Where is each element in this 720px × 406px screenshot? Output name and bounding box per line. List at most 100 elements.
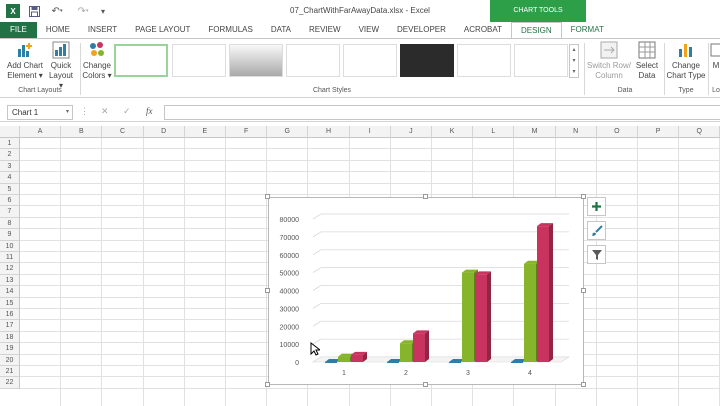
row-header-19[interactable]: 19 bbox=[0, 343, 20, 355]
column-header-h[interactable]: H bbox=[308, 126, 350, 138]
select-all-corner[interactable] bbox=[0, 126, 20, 138]
change-chart-type-button[interactable]: Change Chart Type bbox=[665, 41, 707, 81]
row-header-16[interactable]: 16 bbox=[0, 309, 20, 321]
column-header-a[interactable]: A bbox=[20, 126, 62, 138]
resize-handle-bottom[interactable] bbox=[423, 382, 428, 387]
chart-style-6[interactable] bbox=[400, 44, 454, 77]
group-label-chart-styles: Chart Styles bbox=[312, 87, 352, 94]
row-header-22[interactable]: 22 bbox=[0, 377, 20, 389]
row-header-17[interactable]: 17 bbox=[0, 320, 20, 332]
resize-handle-top[interactable] bbox=[423, 194, 428, 199]
name-box[interactable]: Chart 1 ▾ bbox=[7, 105, 73, 120]
row-header-4[interactable]: 4 bbox=[0, 172, 20, 184]
bar-side bbox=[549, 223, 553, 362]
select-data-icon bbox=[638, 41, 656, 59]
tab-acrobat[interactable]: ACROBAT bbox=[455, 22, 511, 38]
quick-layout-button[interactable]: Quick Layout ▾ bbox=[46, 41, 76, 91]
chart-style-1[interactable] bbox=[114, 44, 168, 77]
resize-handle-bottom-left[interactable] bbox=[265, 382, 270, 387]
chart-style-7[interactable] bbox=[457, 44, 511, 77]
row-header-5[interactable]: 5 bbox=[0, 183, 20, 195]
column-header-d[interactable]: D bbox=[143, 126, 185, 138]
enter-icon[interactable]: ✓ bbox=[123, 106, 131, 117]
column-header-e[interactable]: E bbox=[184, 126, 226, 138]
column-header-o[interactable]: O bbox=[596, 126, 638, 138]
row-header-1[interactable]: 1 bbox=[0, 138, 20, 150]
row-header-14[interactable]: 14 bbox=[0, 286, 20, 298]
tab-home[interactable]: HOME bbox=[37, 22, 79, 38]
column-header-j[interactable]: J bbox=[390, 126, 432, 138]
tab-file[interactable]: FILE bbox=[0, 22, 37, 38]
insert-function-icon[interactable]: fx bbox=[146, 106, 153, 116]
chart-filters-button[interactable] bbox=[587, 245, 606, 264]
resize-handle-top-left[interactable] bbox=[265, 194, 270, 199]
row-header-8[interactable]: 8 bbox=[0, 217, 20, 230]
y-tick-label: 10000 bbox=[280, 342, 300, 349]
add-chart-element-button[interactable]: Add Chart Element ▾ bbox=[5, 41, 45, 81]
bar-front bbox=[511, 362, 523, 363]
resize-handle-bottom-right[interactable] bbox=[581, 382, 586, 387]
cancel-icon[interactable]: ✕ bbox=[101, 106, 109, 117]
row-header-11[interactable]: 11 bbox=[0, 252, 20, 264]
tab-developer[interactable]: DEVELOPER bbox=[388, 22, 455, 38]
chart-style-4[interactable] bbox=[286, 44, 340, 77]
column-header-b[interactable]: B bbox=[61, 126, 103, 138]
title-bar: X ↶ ▾ ↷ ▾ ▾ 07_ChartWithFarAwayData.xlsx -… bbox=[0, 0, 720, 22]
row-header-21[interactable]: 21 bbox=[0, 366, 20, 378]
bar-front bbox=[462, 272, 474, 362]
column-header-m[interactable]: M bbox=[514, 126, 556, 138]
chart-style-2[interactable] bbox=[172, 44, 226, 77]
formula-input[interactable] bbox=[164, 105, 720, 120]
tab-view[interactable]: VIEW bbox=[350, 22, 388, 38]
row-header-7[interactable]: 7 bbox=[0, 206, 20, 218]
change-colors-button[interactable]: Change Colors ▾ bbox=[82, 41, 112, 81]
column-header-p[interactable]: P bbox=[638, 126, 680, 138]
column-header-n[interactable]: N bbox=[555, 126, 597, 138]
row-header-18[interactable]: 18 bbox=[0, 331, 20, 344]
column-header-q[interactable]: Q bbox=[679, 126, 720, 138]
tab-design[interactable]: DESIGN bbox=[511, 21, 562, 39]
resize-handle-left[interactable] bbox=[265, 288, 270, 293]
chart-style-5[interactable] bbox=[343, 44, 397, 77]
switch-row-column-icon bbox=[600, 41, 618, 59]
column-header-c[interactable]: C bbox=[102, 126, 144, 138]
select-data-button[interactable]: Select Data bbox=[633, 41, 661, 81]
column-header-k[interactable]: K bbox=[432, 126, 474, 138]
chart-elements-button[interactable] bbox=[587, 197, 606, 216]
row-header-3[interactable]: 3 bbox=[0, 160, 20, 173]
chart-styles-button[interactable] bbox=[587, 221, 606, 240]
gridline-depth bbox=[312, 213, 322, 220]
tab-page-layout[interactable]: PAGE LAYOUT bbox=[126, 22, 199, 38]
column-header-l[interactable]: L bbox=[473, 126, 515, 138]
row-header-10[interactable]: 10 bbox=[0, 240, 20, 252]
column-header-g[interactable]: G bbox=[267, 126, 309, 138]
tab-data[interactable]: DATA bbox=[262, 22, 300, 38]
chart-style-3[interactable] bbox=[229, 44, 283, 77]
tab-insert[interactable]: INSERT bbox=[79, 22, 126, 38]
ribbon-separator bbox=[708, 43, 709, 95]
move-chart-button[interactable]: M bbox=[710, 41, 720, 71]
chart-object[interactable]: 80000 70000 60000 50000 40000 30000 20000 10000… bbox=[268, 197, 584, 385]
resize-handle-top-right[interactable] bbox=[581, 194, 586, 199]
ribbon-separator bbox=[80, 43, 81, 95]
row-header-6[interactable]: 6 bbox=[0, 195, 20, 207]
row-header-20[interactable]: 20 bbox=[0, 354, 20, 366]
row-header-12[interactable]: 12 bbox=[0, 263, 20, 275]
chart-style-8[interactable] bbox=[514, 44, 568, 77]
y-tick-label: 0 bbox=[295, 360, 299, 367]
column-header-i[interactable]: I bbox=[349, 126, 391, 138]
row-header-2[interactable]: 2 bbox=[0, 149, 20, 161]
tab-formulas[interactable]: FORMULAS bbox=[199, 22, 261, 38]
row-header-13[interactable]: 13 bbox=[0, 274, 20, 287]
styles-gallery-scroll[interactable]: ▴ ▾ ▾ bbox=[569, 44, 579, 78]
switch-row-column-button[interactable]: Switch Row/Column bbox=[586, 41, 632, 81]
name-box-dropdown-icon[interactable]: ▾ bbox=[66, 106, 69, 119]
bar-front bbox=[449, 362, 461, 363]
tab-format[interactable]: FORMAT bbox=[562, 22, 613, 38]
column-header-f[interactable]: F bbox=[226, 126, 268, 138]
row-header-9[interactable]: 9 bbox=[0, 229, 20, 241]
row-header-15[interactable]: 15 bbox=[0, 297, 20, 309]
resize-handle-right[interactable] bbox=[581, 288, 586, 293]
bar-front bbox=[524, 263, 536, 362]
tab-review[interactable]: REVIEW bbox=[300, 22, 350, 38]
